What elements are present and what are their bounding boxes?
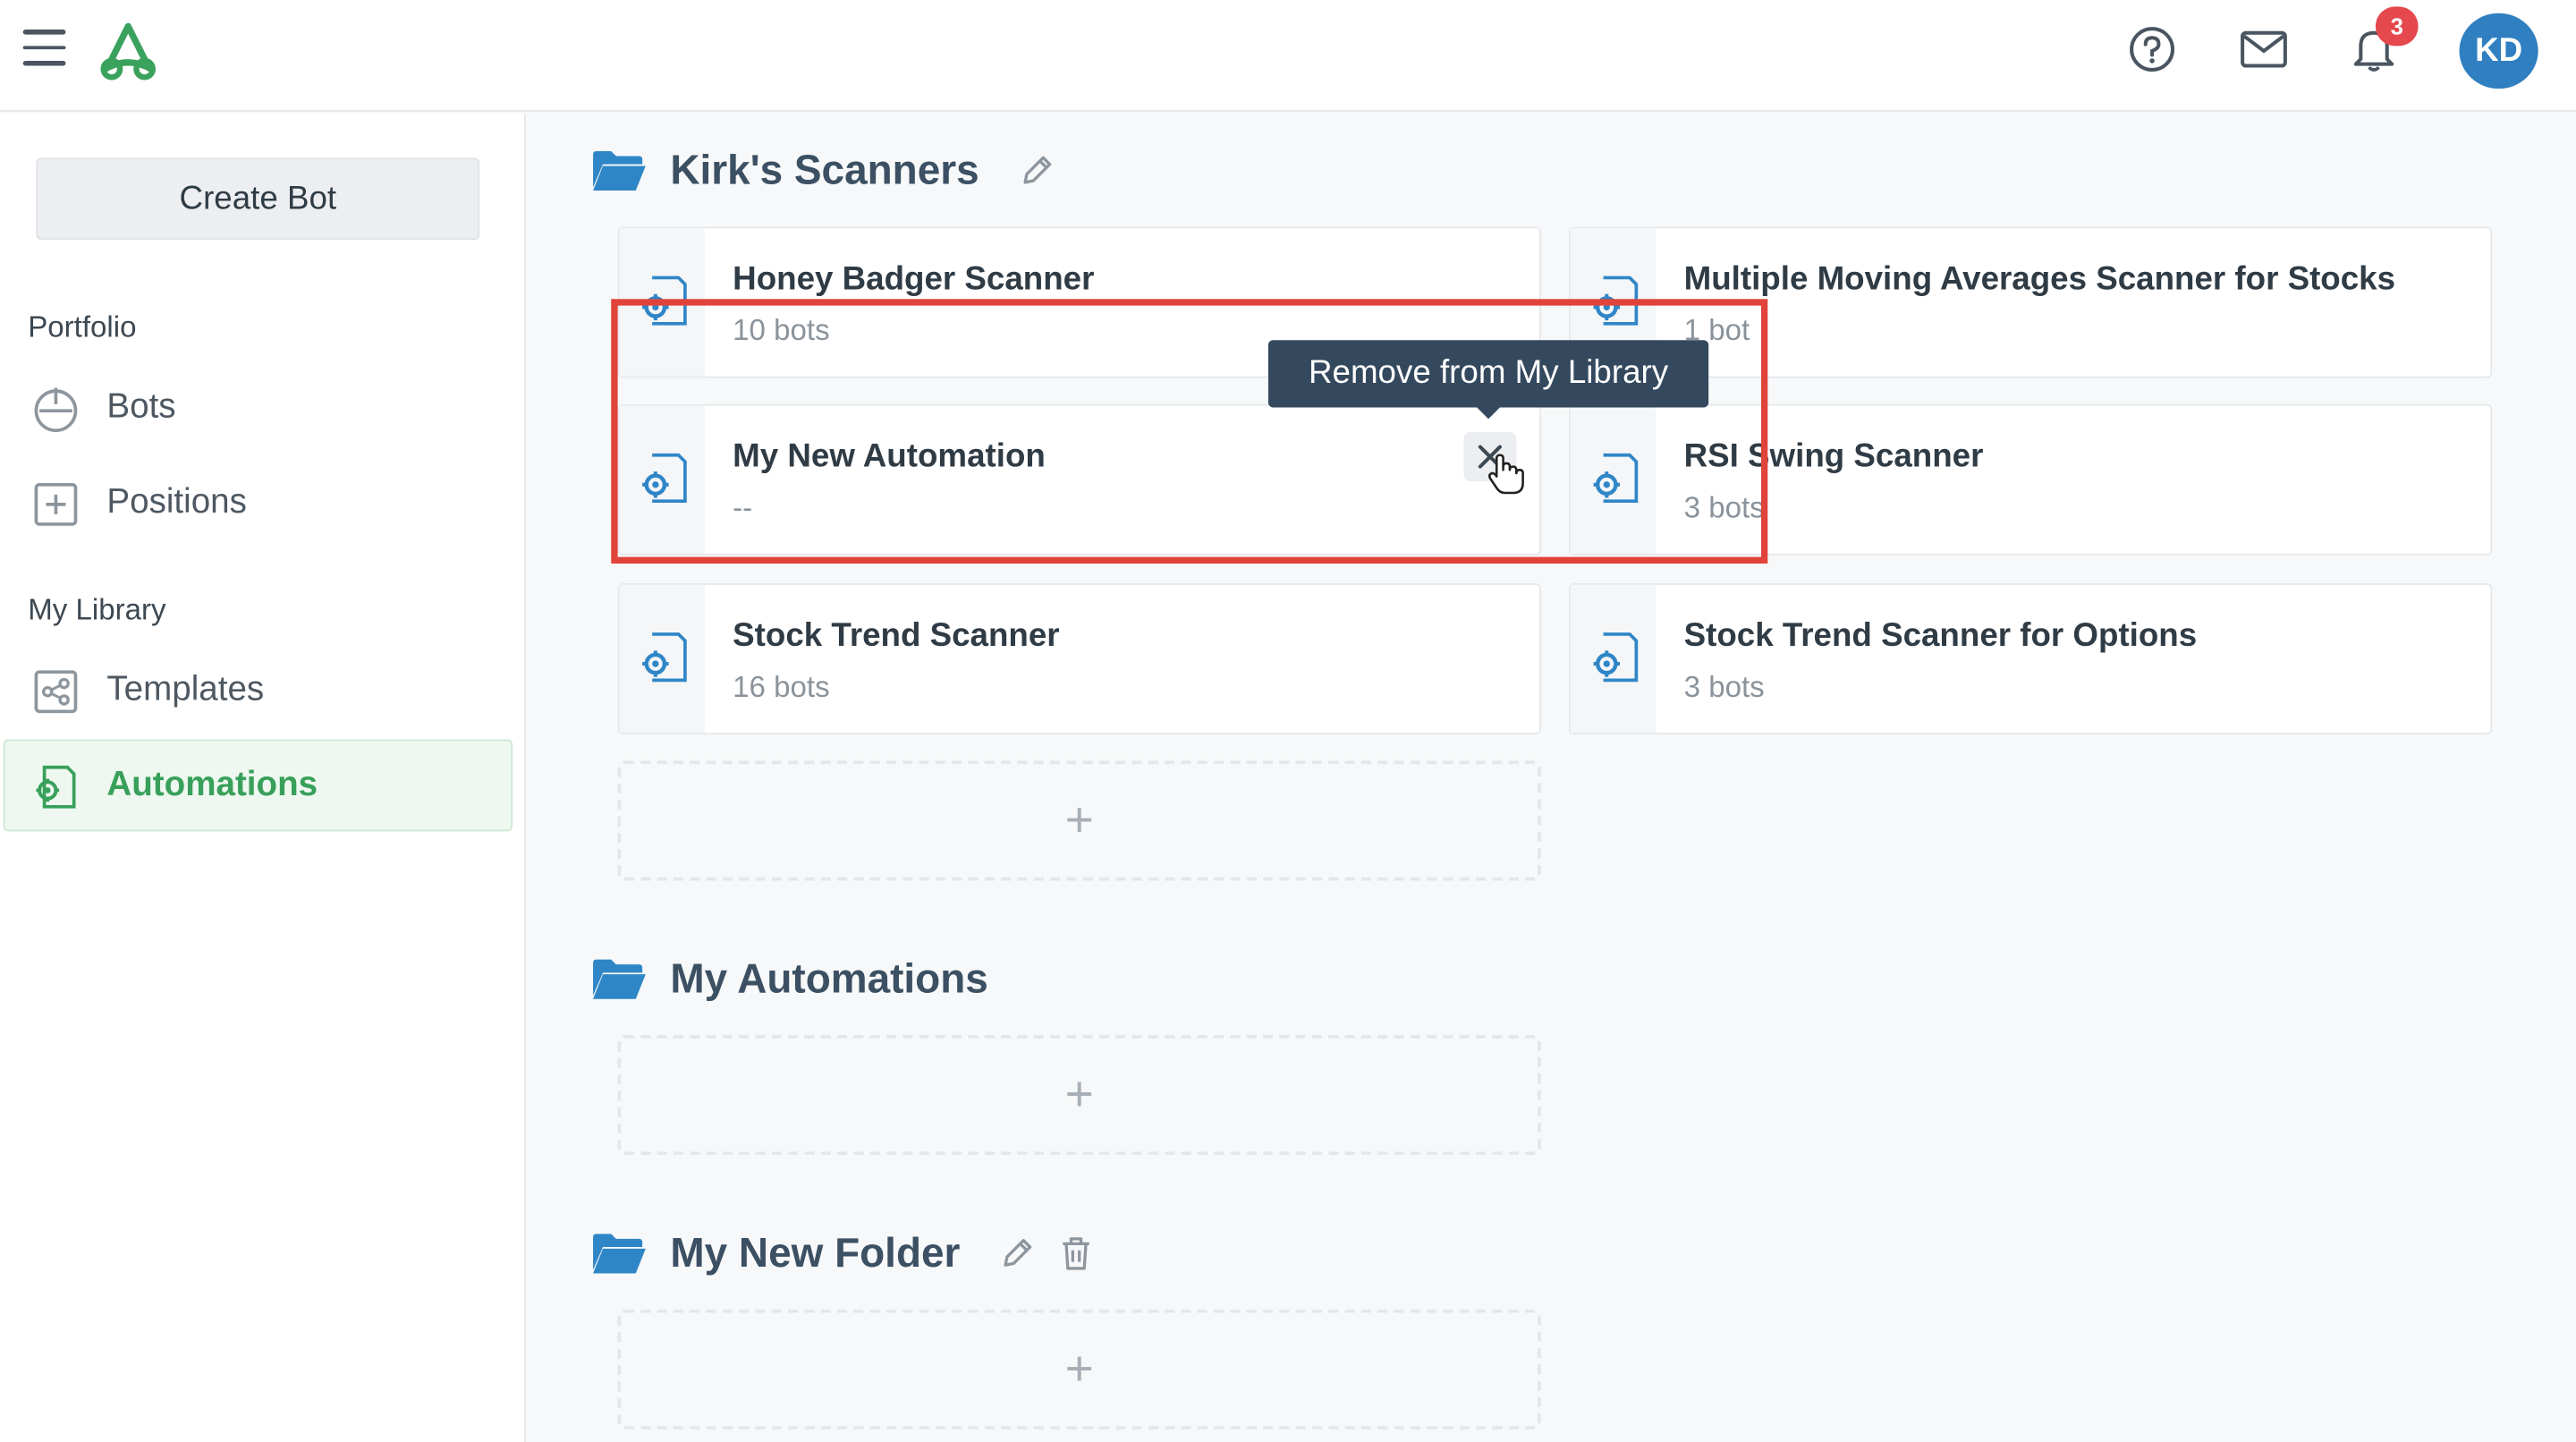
card-title: Stock Trend Scanner for Options	[1683, 617, 2198, 655]
share-icon	[34, 670, 78, 714]
edit-folder-icon[interactable]	[1015, 149, 1058, 192]
notification-badge: 3	[2375, 6, 2419, 47]
add-automation-button[interactable]: +	[617, 1035, 1541, 1156]
folder-title: My New Folder	[670, 1229, 961, 1277]
mail-icon[interactable]	[2234, 20, 2293, 79]
card-bot-count: --	[733, 491, 753, 524]
card-bot-count: 10 bots	[733, 313, 830, 347]
gear-doc-icon	[642, 632, 687, 683]
automation-card[interactable]: Stock Trend Scanner for Options 3 bots	[1569, 583, 2493, 735]
create-bot-button[interactable]: Create Bot	[36, 157, 480, 241]
gear-doc-icon	[1593, 453, 1639, 504]
sidebar-item-label: Bots	[106, 387, 176, 426]
add-automation-button[interactable]: +	[617, 760, 1541, 881]
sidebar-item-label: Automations	[106, 765, 318, 804]
menu-icon[interactable]	[22, 30, 66, 69]
remove-tooltip: Remove from My Library	[1267, 340, 1709, 408]
power-icon	[34, 387, 78, 433]
card-title: Multiple Moving Averages Scanner for Sto…	[1683, 261, 2396, 298]
automation-card[interactable]: RSI Swing Scanner 3 bots	[1569, 403, 2493, 556]
close-icon	[1478, 445, 1502, 469]
folder-title: Kirk's Scanners	[670, 147, 979, 193]
folder-header: My Automations	[591, 946, 988, 1012]
logo-icon[interactable]	[96, 20, 161, 82]
automation-card[interactable]: My New Automation --	[617, 403, 1541, 556]
gear-doc-icon	[642, 276, 687, 326]
card-bot-count: 16 bots	[733, 670, 830, 704]
sidebar-item-automations[interactable]: Automations	[3, 739, 513, 832]
portfolio-section-label: Portfolio	[28, 310, 137, 344]
card-title: Honey Badger Scanner	[733, 261, 1095, 298]
plus-square-icon	[34, 482, 78, 526]
sidebar-item-positions[interactable]: Positions	[4, 457, 513, 549]
tooltip-arrow	[1475, 405, 1502, 420]
app-root: 3 KD Create Bot Portfolio Bots Positions…	[0, 0, 2576, 1442]
card-bot-count: 3 bots	[1683, 491, 1765, 524]
gear-doc-icon	[642, 453, 687, 504]
automation-card[interactable]: Stock Trend Scanner 16 bots	[617, 583, 1541, 735]
remove-from-library-button[interactable]	[1463, 432, 1517, 482]
gear-doc-icon	[36, 765, 76, 809]
folder-header: My New Folder	[591, 1221, 1097, 1286]
sidebar-item-bots[interactable]: Bots	[4, 361, 513, 454]
sidebar-item-templates[interactable]: Templates	[4, 644, 513, 736]
card-title: Stock Trend Scanner	[733, 617, 1060, 655]
card-bot-count: 3 bots	[1683, 670, 1765, 704]
avatar[interactable]: KD	[2459, 13, 2538, 89]
folder-icon	[593, 959, 646, 999]
card-title: My New Automation	[733, 438, 1046, 475]
sidebar-item-label: Templates	[106, 670, 265, 708]
folder-title: My Automations	[670, 955, 988, 1002]
sidebar-item-label: Positions	[106, 482, 247, 522]
card-title: RSI Swing Scanner	[1683, 438, 1984, 475]
sidebar: Create Bot Portfolio Bots Positions My L…	[0, 113, 526, 1442]
folder-header: Kirk's Scanners	[591, 138, 1058, 203]
edit-folder-icon[interactable]	[996, 1233, 1039, 1276]
top-bar: 3 KD	[0, 0, 2576, 112]
add-automation-button[interactable]: +	[617, 1309, 1541, 1429]
delete-folder-icon[interactable]	[1055, 1233, 1098, 1276]
folder-icon	[593, 1234, 646, 1274]
gear-doc-icon	[1593, 632, 1639, 683]
library-section-label: My Library	[28, 593, 166, 626]
folder-icon	[593, 150, 646, 191]
gear-doc-icon	[1593, 276, 1639, 326]
help-icon[interactable]	[2123, 20, 2182, 79]
